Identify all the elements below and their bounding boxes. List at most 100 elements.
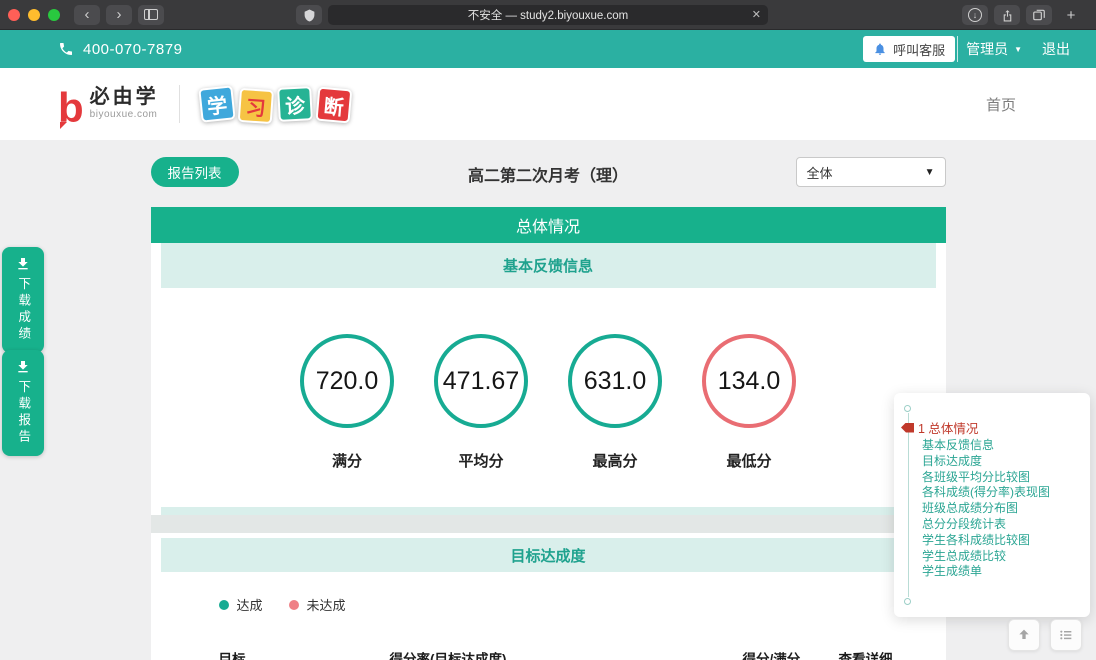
call-service-label: 呼叫客服 bbox=[893, 40, 945, 59]
share-button[interactable] bbox=[994, 5, 1020, 25]
scope-select-value: 全体 bbox=[807, 163, 833, 182]
zoom-window-button[interactable] bbox=[48, 9, 60, 21]
download-scores-button[interactable]: 下载成绩 bbox=[2, 247, 44, 353]
nav-item[interactable]: 目标达成度 bbox=[922, 454, 1084, 470]
basic-info-title: 基本反馈信息 bbox=[161, 243, 936, 288]
scope-select[interactable]: 全体 ▼ bbox=[796, 157, 946, 187]
new-tab-button[interactable]: + bbox=[1058, 5, 1084, 25]
downloads-icon: ↓ bbox=[968, 8, 982, 22]
close-window-button[interactable] bbox=[8, 9, 20, 21]
plus-icon: + bbox=[1067, 8, 1076, 23]
col-detail: 查看详细 bbox=[839, 648, 893, 660]
shield-icon bbox=[303, 8, 316, 23]
minimize-window-button[interactable] bbox=[28, 9, 40, 21]
logout-link[interactable]: 退出 bbox=[1042, 39, 1070, 59]
legend-label: 达成 bbox=[237, 595, 263, 614]
nav-item[interactable]: 总分分段统计表 bbox=[922, 517, 1084, 533]
bell-icon bbox=[873, 42, 887, 56]
stat-circle: 471.67 bbox=[434, 334, 528, 428]
forward-button[interactable]: › bbox=[106, 5, 132, 25]
nav-item[interactable]: 各科成绩(得分率)表现图 bbox=[922, 485, 1084, 501]
admin-menu[interactable]: 管理员 ▼ bbox=[966, 39, 1022, 59]
chrome-right-buttons: ↓ + bbox=[962, 5, 1090, 25]
sidebar-toggle-button[interactable] bbox=[138, 5, 164, 25]
nav-item[interactable]: 各班级平均分比较图 bbox=[922, 470, 1084, 486]
anchor-nav-panel: 1 总体情况 基本反馈信息 目标达成度 各班级平均分比较图 各科成绩(得分率)表… bbox=[894, 393, 1090, 617]
legend-label: 未达成 bbox=[307, 595, 346, 614]
nav-item[interactable]: 学生总成绩比较 bbox=[922, 549, 1084, 565]
phone-number: 400-070-7879 bbox=[83, 41, 182, 58]
stat-average-score: 471.67 平均分 bbox=[434, 334, 528, 471]
nav-item[interactable]: 学生成绩单 bbox=[922, 564, 1084, 580]
product-tile-4: 断 bbox=[315, 87, 352, 124]
address-bar[interactable]: 不安全 — study2.biyouxue.com ✕ bbox=[328, 5, 768, 25]
download-icon bbox=[15, 256, 31, 272]
downloads-button[interactable]: ↓ bbox=[962, 5, 988, 25]
stats-row: 720.0 满分 471.67 平均分 631.0 最高分 134.0 最低分 bbox=[161, 288, 936, 507]
nav-item[interactable]: 学生各科成绩比较图 bbox=[922, 533, 1084, 549]
col-goal: 目标 bbox=[219, 648, 390, 660]
chevron-down-icon: ▼ bbox=[925, 167, 935, 178]
timeline-line bbox=[908, 413, 909, 597]
site-header: b 必由学 biyouxue.com 学 习 诊 断 首页 bbox=[0, 68, 1096, 140]
product-tile-1: 学 bbox=[198, 85, 235, 122]
url-text: 不安全 — study2.biyouxue.com bbox=[468, 7, 628, 23]
basic-info-section: 基本反馈信息 720.0 满分 471.67 平均分 631.0 最高分 bbox=[151, 243, 946, 515]
download-report-button[interactable]: 下载报告 bbox=[2, 350, 44, 456]
toc-toggle-button[interactable] bbox=[1050, 619, 1082, 651]
admin-label: 管理员 bbox=[966, 39, 1008, 59]
download-arrow-glyph: ↓ bbox=[973, 11, 978, 20]
col-score-rate: 得分率(目标达成度) bbox=[390, 648, 743, 660]
brand-logo[interactable]: b 必由学 biyouxue.com bbox=[58, 86, 159, 123]
timeline-dot-top bbox=[904, 405, 911, 412]
overview-banner: 总体情况 bbox=[151, 207, 946, 243]
forward-icon: › bbox=[117, 7, 122, 22]
back-to-top-button[interactable] bbox=[1008, 619, 1040, 651]
privacy-report-button[interactable] bbox=[296, 5, 322, 25]
home-link[interactable]: 首页 bbox=[986, 94, 1016, 115]
brand-text: 必由学 biyouxue.com bbox=[90, 86, 159, 123]
divider bbox=[179, 85, 180, 123]
stat-label: 满分 bbox=[332, 450, 362, 471]
nav-item-active[interactable]: 1 总体情况 bbox=[901, 418, 978, 437]
screen: ‹ › 不安全 — study2.biyouxue.com ✕ ↓ + 4 bbox=[0, 0, 1096, 660]
call-service-button[interactable]: 呼叫客服 bbox=[863, 36, 955, 62]
brand-mark-icon: b bbox=[58, 91, 84, 125]
stat-circle: 720.0 bbox=[300, 334, 394, 428]
stat-value: 631.0 bbox=[584, 367, 647, 396]
browser-chrome: ‹ › 不安全 — study2.biyouxue.com ✕ ↓ + bbox=[0, 0, 1096, 30]
list-icon bbox=[1058, 627, 1074, 643]
report-toolbar: 报告列表 高二第二次月考（理） 全体 ▼ bbox=[151, 157, 946, 187]
legend-dot-achieved bbox=[219, 600, 229, 610]
stat-label: 平均分 bbox=[458, 450, 503, 471]
brand-domain: biyouxue.com bbox=[90, 109, 159, 121]
product-tile-3: 诊 bbox=[277, 86, 313, 122]
product-logo: 学 习 诊 断 bbox=[200, 87, 351, 121]
section-footer-strip bbox=[161, 507, 936, 515]
download-scores-label: 下载成绩 bbox=[17, 277, 30, 343]
stat-label: 最高分 bbox=[592, 450, 637, 471]
stat-full-score: 720.0 满分 bbox=[300, 334, 394, 471]
tabs-icon bbox=[1032, 8, 1046, 22]
window-controls bbox=[8, 9, 60, 21]
nav-item[interactable]: 基本反馈信息 bbox=[922, 438, 1084, 454]
phone-icon bbox=[58, 41, 74, 57]
section-gap bbox=[151, 515, 946, 533]
stat-lowest-score: 134.0 最低分 bbox=[702, 334, 796, 471]
product-tile-2: 习 bbox=[237, 88, 273, 124]
chevron-down-icon: ▼ bbox=[1014, 45, 1022, 54]
download-report-label: 下载报告 bbox=[17, 380, 30, 446]
back-button[interactable]: ‹ bbox=[74, 5, 100, 25]
report-container: 报告列表 高二第二次月考（理） 全体 ▼ 总体情况 基本反馈信息 720.0 满… bbox=[151, 157, 946, 660]
tab-overview-button[interactable] bbox=[1026, 5, 1052, 25]
nav-item[interactable]: 班级总成绩分布图 bbox=[922, 501, 1084, 517]
timeline-dot-bottom bbox=[904, 598, 911, 605]
stat-circle: 134.0 bbox=[702, 334, 796, 428]
stat-highest-score: 631.0 最高分 bbox=[568, 334, 662, 471]
goal-legend: 达成 未达成 bbox=[161, 595, 936, 614]
legend-not-achieved: 未达成 bbox=[289, 595, 346, 614]
stop-loading-icon[interactable]: ✕ bbox=[752, 8, 761, 21]
nav-active-label: 1 总体情况 bbox=[918, 418, 978, 437]
top-bar: 400-070-7879 呼叫客服 管理员 ▼ 退出 bbox=[0, 30, 1096, 68]
stat-value: 134.0 bbox=[718, 367, 781, 396]
